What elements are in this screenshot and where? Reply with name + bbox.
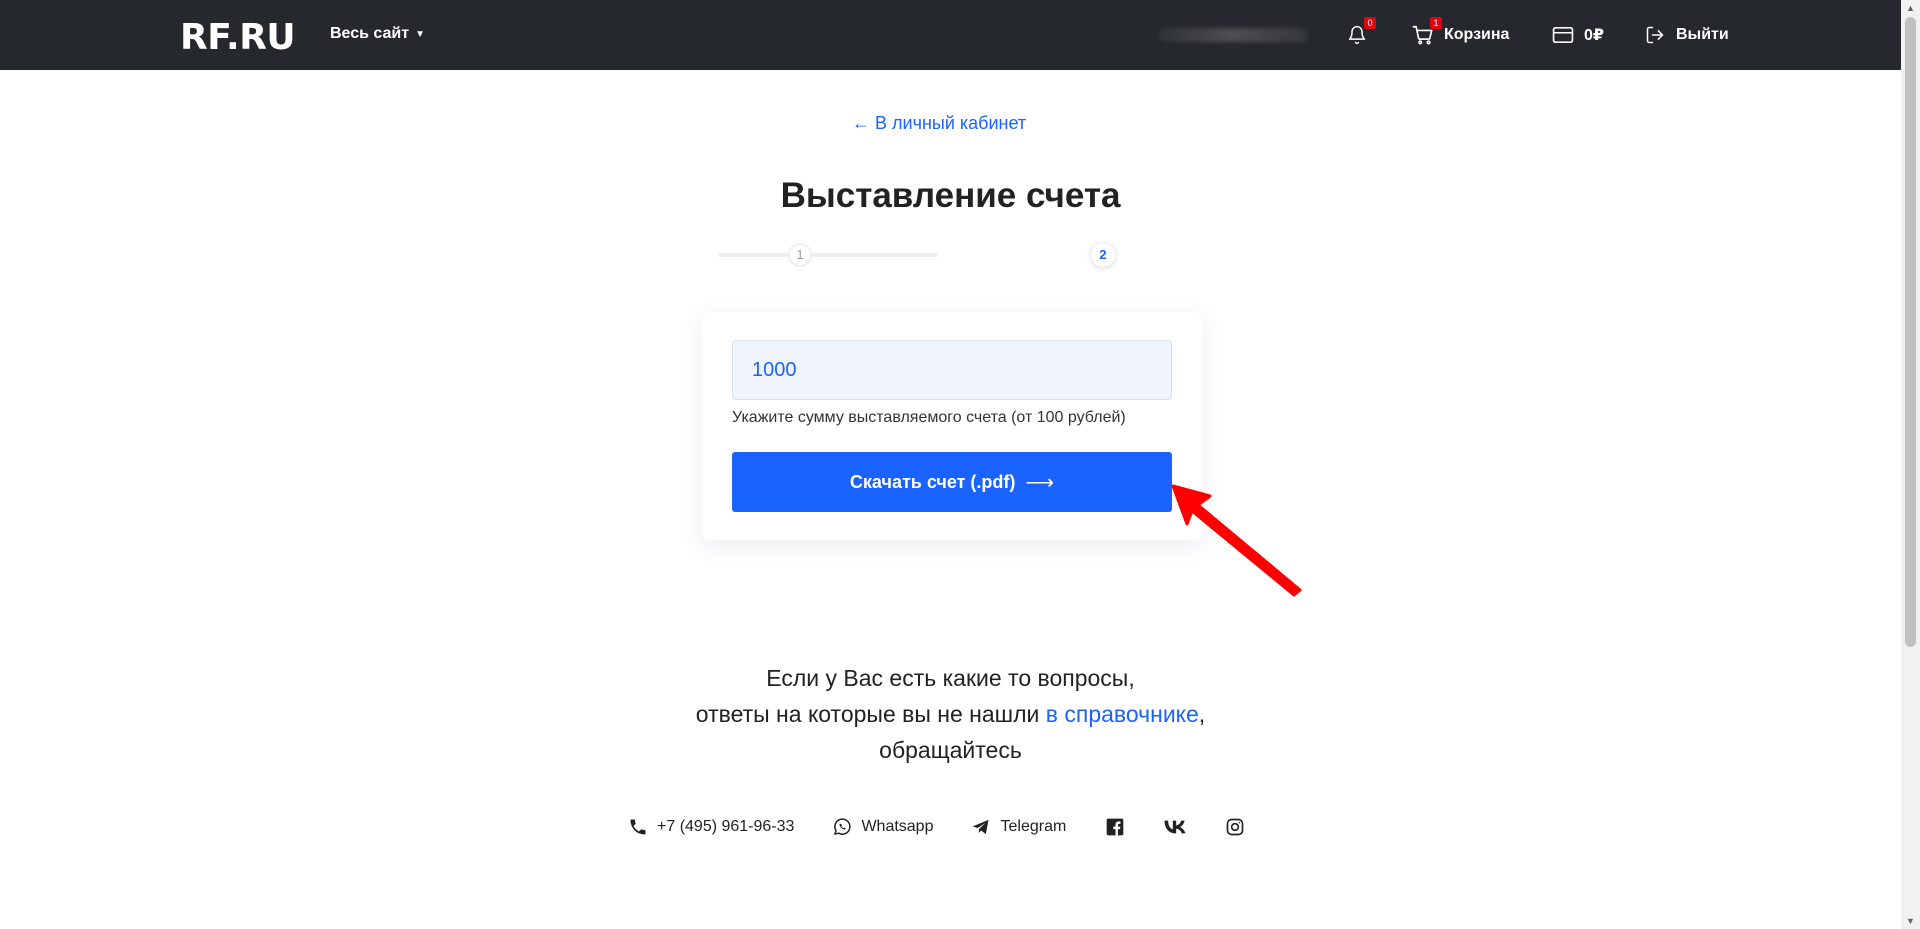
scroll-thumb[interactable] (1905, 17, 1916, 647)
balance-button[interactable]: 0₽ (1552, 0, 1604, 70)
notifications-button[interactable]: 0 (1346, 0, 1376, 70)
facebook-icon (1106, 818, 1124, 836)
telegram-contact[interactable]: Telegram (971, 817, 1066, 837)
annotation-arrow (1171, 484, 1302, 597)
download-button-label: Скачать счет (.pdf) (849, 471, 1016, 492)
help-line-2: ответы на которые вы не нашли в справочн… (0, 696, 1901, 732)
help-line-2-comma: , (1198, 701, 1206, 727)
chevron-down-icon: ▼ (415, 28, 425, 40)
page-scrollbar[interactable]: ▲ ▼ (1901, 0, 1920, 929)
site-logo[interactable]: RF.RU (180, 17, 296, 58)
step-2-active: 2 (1091, 243, 1115, 267)
help-text: Если у Вас есть какие то вопросы, ответы… (0, 660, 1901, 768)
step-track (718, 253, 938, 257)
contacts-bar: +7 (495) 961-96-33 Whatsapp Telegram (628, 812, 1284, 842)
help-line-3: обращайтесь (879, 737, 1022, 763)
invoice-amount-input[interactable] (732, 340, 1172, 400)
phone-number: +7 (495) 961-96-33 (657, 818, 795, 835)
whatsapp-label: Whatsapp (861, 818, 934, 835)
page-title: Выставление счета (780, 176, 1121, 215)
phone-icon (630, 819, 646, 835)
help-line-1: Если у Вас есть какие то вопросы, (766, 665, 1135, 691)
invoice-form-card: Укажите сумму выставляемого счета (от 10… (702, 312, 1202, 540)
scroll-up-icon[interactable]: ▲ (1901, 0, 1920, 16)
credit-card-icon (1552, 24, 1574, 46)
cart-button[interactable]: 1 Корзина (1412, 0, 1509, 70)
instagram-icon (1226, 818, 1244, 836)
whatsapp-icon (834, 818, 852, 835)
telegram-icon (973, 819, 989, 835)
logout-icon (1644, 24, 1666, 46)
step-indicator: 1 2 (718, 240, 1118, 270)
site-menu-dropdown[interactable]: Весь сайт ▼ (330, 25, 425, 43)
scroll-down-icon[interactable]: ▼ (1901, 913, 1920, 929)
top-header: RF.RU Весь сайт ▼ 0 1 Корзина 0₽ Выйти (0, 0, 1901, 70)
logout-button[interactable]: Выйти (1644, 0, 1729, 70)
vk-link[interactable] (1164, 816, 1186, 838)
blurred-user-info (1158, 28, 1308, 42)
logout-label: Выйти (1676, 26, 1729, 43)
help-line-2-text: ответы на которые вы не нашли (695, 701, 1046, 727)
cart-label: Корзина (1444, 26, 1510, 43)
cart-icon: 1 (1412, 17, 1442, 46)
vk-icon (1164, 820, 1186, 834)
whatsapp-contact[interactable]: Whatsapp (832, 817, 933, 837)
facebook-link[interactable] (1104, 816, 1126, 838)
phone-contact[interactable]: +7 (495) 961-96-33 (628, 817, 794, 837)
arrow-right-icon: ⟶ (1025, 471, 1055, 494)
bell-icon: 0 (1346, 17, 1376, 46)
download-invoice-button[interactable]: Скачать счет (.pdf) ⟶ (732, 452, 1172, 512)
help-center-link[interactable]: в справочнике (1046, 701, 1199, 727)
instagram-link[interactable] (1224, 816, 1246, 838)
cart-badge: 1 (1430, 17, 1442, 29)
site-menu-label: Весь сайт (330, 25, 410, 42)
back-to-account-link[interactable]: ← В личный кабинет (852, 113, 1026, 134)
telegram-label: Telegram (1000, 818, 1067, 835)
step-1: 1 (788, 243, 812, 267)
notifications-badge: 0 (1364, 17, 1376, 29)
amount-hint: Укажите сумму выставляемого счета (от 10… (732, 409, 1126, 426)
balance-value: 0₽ (1584, 27, 1605, 44)
